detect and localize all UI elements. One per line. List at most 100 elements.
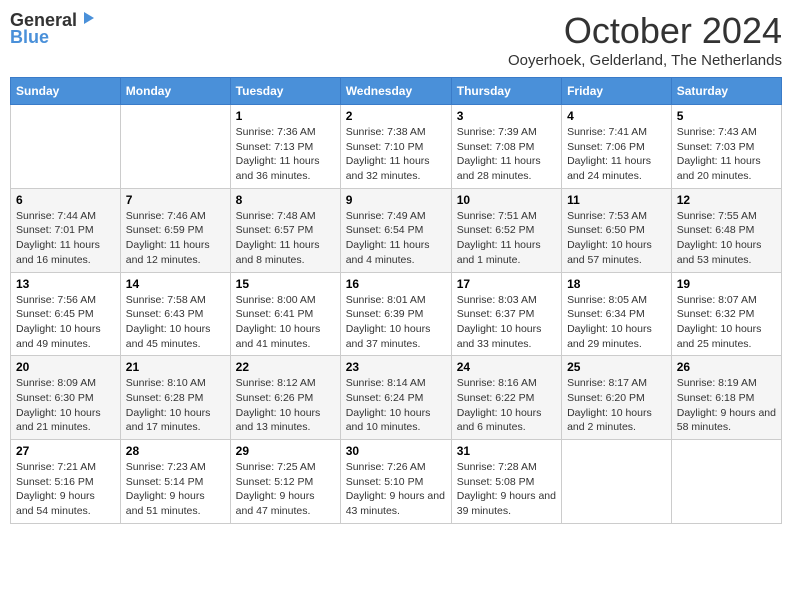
day-info: Sunrise: 8:09 AM Sunset: 6:30 PM Dayligh… [16,376,115,435]
calendar-cell: 12 Sunrise: 7:55 AM Sunset: 6:48 PM Dayli… [671,188,781,272]
calendar-cell: 3Sunrise: 7:39 AM Sunset: 7:08 PM Daylig… [451,105,561,189]
title-section: October 2024 Ooyerhoek, Gelderland, The … [508,10,782,69]
day-info: Sunrise: 8:00 AM Sunset: 6:41 PM Dayligh… [236,293,335,352]
calendar-cell: 2Sunrise: 7:38 AM Sunset: 7:10 PM Daylig… [340,105,451,189]
day-number: 22 [236,360,335,374]
calendar-cell: 11 Sunrise: 7:53 AM Sunset: 6:50 PM Dayli… [562,188,672,272]
day-number: 26 [677,360,776,374]
day-info: Sunrise: 7:38 AM Sunset: 7:10 PM Dayligh… [346,125,446,184]
calendar-header-friday: Friday [562,78,672,105]
day-number: 7 [126,193,225,207]
day-number: 18 [567,277,666,291]
day-number: 30 [346,444,446,458]
day-info: Sunrise: 7:48 AM Sunset: 6:57 PM Dayligh… [236,209,335,268]
calendar-cell: 22 Sunrise: 8:12 AM Sunset: 6:26 PM Dayli… [230,356,340,440]
logo-arrow-icon [80,10,96,31]
day-number: 10 [457,193,556,207]
day-number: 5 [677,109,776,123]
calendar-header-wednesday: Wednesday [340,78,451,105]
day-info: Sunrise: 8:01 AM Sunset: 6:39 PM Dayligh… [346,293,446,352]
day-info: Sunrise: 8:12 AM Sunset: 6:26 PM Dayligh… [236,376,335,435]
calendar-cell: 23 Sunrise: 8:14 AM Sunset: 6:24 PM Dayli… [340,356,451,440]
day-number: 6 [16,193,115,207]
day-number: 20 [16,360,115,374]
calendar-cell: 15 Sunrise: 8:00 AM Sunset: 6:41 PM Dayli… [230,272,340,356]
day-number: 12 [677,193,776,207]
calendar-cell: 17 Sunrise: 8:03 AM Sunset: 6:37 PM Dayli… [451,272,561,356]
calendar-cell: 9 Sunrise: 7:49 AM Sunset: 6:54 PM Daylig… [340,188,451,272]
day-info: Sunrise: 8:14 AM Sunset: 6:24 PM Dayligh… [346,376,446,435]
calendar-cell: 20 Sunrise: 8:09 AM Sunset: 6:30 PM Dayli… [11,356,121,440]
calendar-header-row: SundayMondayTuesdayWednesdayThursdayFrid… [11,78,782,105]
day-number: 21 [126,360,225,374]
day-number: 19 [677,277,776,291]
location: Ooyerhoek, Gelderland, The Netherlands [508,52,782,69]
day-info: Sunrise: 7:26 AM Sunset: 5:10 PM Dayligh… [346,460,446,519]
calendar-cell: 6 Sunrise: 7:44 AM Sunset: 7:01 PM Daylig… [11,188,121,272]
day-info: Sunrise: 7:21 AM Sunset: 5:16 PM Dayligh… [16,460,115,519]
calendar-week-3: 13 Sunrise: 7:56 AM Sunset: 6:45 PM Dayli… [11,272,782,356]
calendar-cell: 21Sunrise: 8:10 AM Sunset: 6:28 PM Dayli… [120,356,230,440]
day-number: 28 [126,444,225,458]
calendar-week-5: 27 Sunrise: 7:21 AM Sunset: 5:16 PM Dayli… [11,440,782,524]
calendar-cell: 5 Sunrise: 7:43 AM Sunset: 7:03 PM Daylig… [671,105,781,189]
calendar-header-tuesday: Tuesday [230,78,340,105]
day-number: 16 [346,277,446,291]
day-info: Sunrise: 7:51 AM Sunset: 6:52 PM Dayligh… [457,209,556,268]
calendar-cell: 24Sunrise: 8:16 AM Sunset: 6:22 PM Dayli… [451,356,561,440]
calendar-cell: 14 Sunrise: 7:58 AM Sunset: 6:43 PM Dayli… [120,272,230,356]
day-info: Sunrise: 7:25 AM Sunset: 5:12 PM Dayligh… [236,460,335,519]
calendar-week-1: 1 Sunrise: 7:36 AM Sunset: 7:13 PM Daylig… [11,105,782,189]
day-number: 27 [16,444,115,458]
calendar-table: SundayMondayTuesdayWednesdayThursdayFrid… [10,77,782,524]
day-info: Sunrise: 8:03 AM Sunset: 6:37 PM Dayligh… [457,293,556,352]
calendar-cell: 8 Sunrise: 7:48 AM Sunset: 6:57 PM Daylig… [230,188,340,272]
day-info: Sunrise: 7:56 AM Sunset: 6:45 PM Dayligh… [16,293,115,352]
day-info: Sunrise: 8:17 AM Sunset: 6:20 PM Dayligh… [567,376,666,435]
day-info: Sunrise: 7:36 AM Sunset: 7:13 PM Dayligh… [236,125,335,184]
calendar-header-thursday: Thursday [451,78,561,105]
calendar-header-saturday: Saturday [671,78,781,105]
calendar-cell: 28 Sunrise: 7:23 AM Sunset: 5:14 PM Dayli… [120,440,230,524]
day-number: 3 [457,109,556,123]
day-number: 8 [236,193,335,207]
calendar-cell: 27 Sunrise: 7:21 AM Sunset: 5:16 PM Dayli… [11,440,121,524]
day-number: 13 [16,277,115,291]
day-number: 15 [236,277,335,291]
day-info: Sunrise: 7:49 AM Sunset: 6:54 PM Dayligh… [346,209,446,268]
calendar-header-sunday: Sunday [11,78,121,105]
day-info: Sunrise: 7:53 AM Sunset: 6:50 PM Dayligh… [567,209,666,268]
calendar-cell: 16 Sunrise: 8:01 AM Sunset: 6:39 PM Dayli… [340,272,451,356]
calendar-week-4: 20 Sunrise: 8:09 AM Sunset: 6:30 PM Dayli… [11,356,782,440]
calendar-header-monday: Monday [120,78,230,105]
day-info: Sunrise: 7:44 AM Sunset: 7:01 PM Dayligh… [16,209,115,268]
logo-blue: Blue [10,27,49,48]
month-title: October 2024 [508,10,782,52]
calendar-cell: 26 Sunrise: 8:19 AM Sunset: 6:18 PM Dayli… [671,356,781,440]
day-number: 11 [567,193,666,207]
day-number: 31 [457,444,556,458]
day-info: Sunrise: 7:43 AM Sunset: 7:03 PM Dayligh… [677,125,776,184]
day-info: Sunrise: 7:58 AM Sunset: 6:43 PM Dayligh… [126,293,225,352]
day-number: 9 [346,193,446,207]
calendar-week-2: 6 Sunrise: 7:44 AM Sunset: 7:01 PM Daylig… [11,188,782,272]
calendar-cell: 29 Sunrise: 7:25 AM Sunset: 5:12 PM Dayli… [230,440,340,524]
day-number: 1 [236,109,335,123]
day-info: Sunrise: 7:41 AM Sunset: 7:06 PM Dayligh… [567,125,666,184]
day-info: Sunrise: 8:05 AM Sunset: 6:34 PM Dayligh… [567,293,666,352]
day-number: 17 [457,277,556,291]
calendar-cell: 30 Sunrise: 7:26 AM Sunset: 5:10 PM Dayli… [340,440,451,524]
day-info: Sunrise: 8:19 AM Sunset: 6:18 PM Dayligh… [677,376,776,435]
day-info: Sunrise: 7:55 AM Sunset: 6:48 PM Dayligh… [677,209,776,268]
page-header: General Blue October 2024 Ooyerhoek, Gel… [10,10,782,69]
calendar-cell [120,105,230,189]
calendar-cell: 7Sunrise: 7:46 AM Sunset: 6:59 PM Daylig… [120,188,230,272]
day-number: 25 [567,360,666,374]
day-info: Sunrise: 7:23 AM Sunset: 5:14 PM Dayligh… [126,460,225,519]
day-info: Sunrise: 8:07 AM Sunset: 6:32 PM Dayligh… [677,293,776,352]
day-number: 29 [236,444,335,458]
day-number: 14 [126,277,225,291]
day-info: Sunrise: 8:16 AM Sunset: 6:22 PM Dayligh… [457,376,556,435]
calendar-cell: 1 Sunrise: 7:36 AM Sunset: 7:13 PM Daylig… [230,105,340,189]
day-number: 23 [346,360,446,374]
